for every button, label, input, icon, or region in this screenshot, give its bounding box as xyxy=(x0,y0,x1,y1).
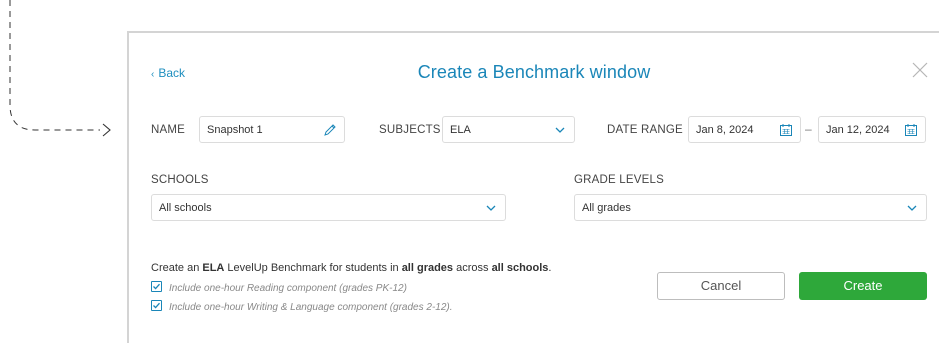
summary-middle: LevelUp Benchmark for students in xyxy=(224,262,402,274)
checkbox-checked-icon[interactable] xyxy=(151,300,162,311)
date-end-field[interactable]: Jan 12, 2024 xyxy=(818,116,926,143)
schools-select[interactable]: All schools xyxy=(151,194,506,221)
reading-component-checkbox[interactable]: Include one-hour Reading component (grad… xyxy=(151,281,407,294)
subjects-select[interactable]: ELA xyxy=(442,116,575,143)
create-button[interactable]: Create xyxy=(799,272,927,300)
benchmark-summary: Create an ELA LevelUp Benchmark for stud… xyxy=(151,262,551,274)
summary-subject: ELA xyxy=(202,262,225,274)
chevron-down-icon xyxy=(907,205,917,211)
summary-schools: all schools xyxy=(491,262,549,274)
chevron-down-icon xyxy=(555,127,565,133)
summary-suffix: . xyxy=(548,262,552,274)
name-field[interactable]: Snapshot 1 xyxy=(199,116,345,143)
grade-levels-value: All grades xyxy=(582,202,631,214)
grade-levels-label: GRADE LEVELS xyxy=(574,174,664,186)
writing-component-label: Include one-hour Writing & Language comp… xyxy=(169,302,453,313)
calendar-icon[interactable] xyxy=(904,123,918,137)
chevron-down-icon xyxy=(486,205,496,211)
summary-grades: all grades xyxy=(401,262,454,274)
date-start-field[interactable]: Jan 8, 2024 xyxy=(688,116,801,143)
dialog-title: Create a Benchmark window xyxy=(417,62,651,82)
subjects-value: ELA xyxy=(450,124,471,136)
checkbox-checked-icon[interactable] xyxy=(151,281,162,292)
calendar-icon[interactable] xyxy=(779,123,793,137)
date-start-value: Jan 8, 2024 xyxy=(696,124,754,136)
create-benchmark-dialog: ‹ Back Create a Benchmark window NAME Sna… xyxy=(127,31,939,343)
reading-component-label: Include one-hour Reading component (grad… xyxy=(169,283,407,294)
summary-across: across xyxy=(453,262,492,274)
summary-prefix: Create an xyxy=(151,262,203,274)
subjects-label: SUBJECTS xyxy=(379,124,441,136)
name-value: Snapshot 1 xyxy=(207,124,263,136)
close-icon[interactable] xyxy=(911,61,929,79)
grade-levels-select[interactable]: All grades xyxy=(574,194,927,221)
date-range-label: DATE RANGE xyxy=(607,124,683,136)
name-label: NAME xyxy=(151,124,186,136)
schools-value: All schools xyxy=(159,202,212,214)
cancel-button[interactable]: Cancel xyxy=(657,272,785,300)
date-end-value: Jan 12, 2024 xyxy=(826,124,890,136)
schools-label: SCHOOLS xyxy=(151,174,209,186)
date-range-separator: – xyxy=(805,122,812,136)
pencil-icon[interactable] xyxy=(323,123,337,137)
dashed-connector-arrow xyxy=(9,0,111,137)
writing-component-checkbox[interactable]: Include one-hour Writing & Language comp… xyxy=(151,300,453,313)
